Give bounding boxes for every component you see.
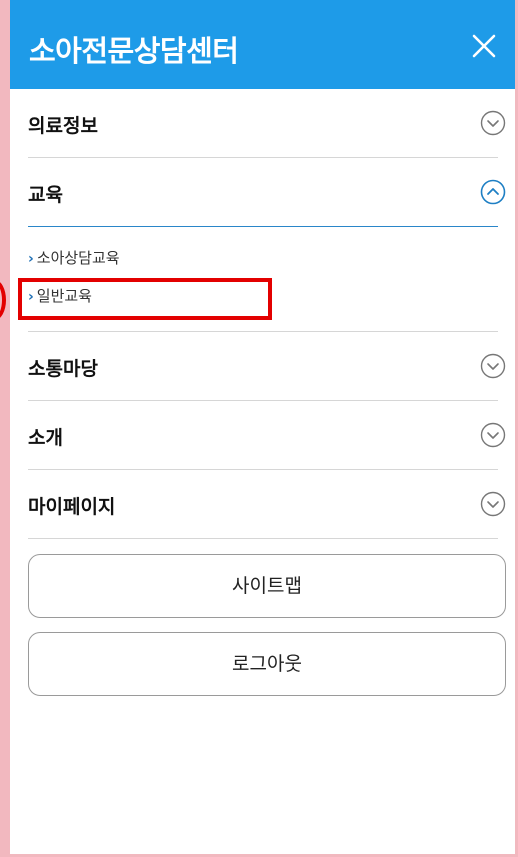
submenu-item-child-counseling-education[interactable]: › 소아상담교육 bbox=[28, 247, 120, 273]
highlight-box bbox=[18, 278, 272, 320]
menu-item-my-page[interactable]: 마이페이지 bbox=[28, 470, 506, 539]
chevron-down-icon[interactable] bbox=[480, 353, 506, 379]
menu-item-label: 소개 bbox=[28, 427, 63, 449]
menu-item-label: 소통마당 bbox=[28, 358, 98, 380]
menu-item-education[interactable]: 교육 bbox=[28, 158, 506, 227]
submenu-item-label: 소아상담교육 bbox=[36, 249, 120, 267]
chevron-down-icon[interactable] bbox=[480, 491, 506, 517]
chevron-down-icon[interactable] bbox=[480, 422, 506, 448]
menu-item-community[interactable]: 소통마당 bbox=[28, 332, 506, 401]
site-title: 소아전문상담센터 bbox=[29, 34, 239, 68]
menu-item-label: 마이페이지 bbox=[28, 496, 116, 518]
sitemap-button[interactable]: 사이트맵 bbox=[28, 554, 506, 618]
menu-item-about[interactable]: 소개 bbox=[28, 401, 506, 470]
logout-button[interactable]: 로그아웃 bbox=[28, 632, 506, 696]
close-icon[interactable] bbox=[472, 34, 496, 58]
side-menu-panel: 소아전문상담센터 의료정보 교육 › 소아상담교육 › 일반교육 소통마당 소개… bbox=[10, 0, 515, 854]
chevron-right-icon: › bbox=[28, 251, 34, 267]
menu-header: 소아전문상담센터 bbox=[10, 0, 515, 89]
menu-item-label: 교육 bbox=[28, 184, 63, 206]
menu-item-medical-info[interactable]: 의료정보 bbox=[28, 89, 506, 158]
menu-item-label: 의료정보 bbox=[28, 115, 98, 137]
chevron-down-icon[interactable] bbox=[480, 110, 506, 136]
chevron-up-icon[interactable] bbox=[480, 179, 506, 205]
